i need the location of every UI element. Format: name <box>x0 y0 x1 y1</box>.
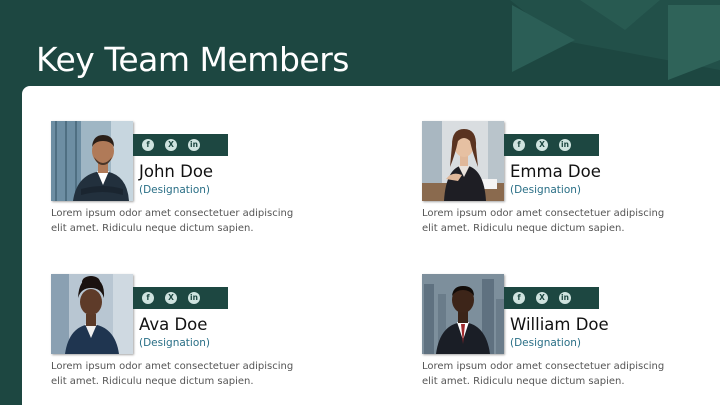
member-photo <box>51 274 133 354</box>
member-description: Lorem ipsum odor amet consectetuer adipi… <box>51 361 294 387</box>
member-designation: (Designation) <box>139 184 210 196</box>
member-card: f X in John Doe (Designation) Lorem ipsu… <box>51 121 311 234</box>
member-name: William Doe <box>510 315 609 334</box>
member-designation: (Designation) <box>510 337 581 349</box>
facebook-icon[interactable]: f <box>142 139 154 151</box>
member-photo <box>422 274 504 354</box>
social-links: f X in <box>504 287 599 309</box>
social-links: f X in <box>133 134 228 156</box>
x-twitter-icon[interactable]: X <box>165 292 177 304</box>
member-card: f X in Ava Doe (Designation) Lorem ipsum… <box>51 274 311 387</box>
linkedin-icon[interactable]: in <box>559 139 571 151</box>
facebook-icon[interactable]: f <box>142 292 154 304</box>
linkedin-icon[interactable]: in <box>188 292 200 304</box>
linkedin-icon[interactable]: in <box>188 139 200 151</box>
member-card: f X in Emma Doe (Designation) Lorem ipsu… <box>422 121 682 234</box>
member-designation: (Designation) <box>139 337 210 349</box>
team-panel: f X in John Doe (Designation) Lorem ipsu… <box>22 86 720 405</box>
member-description: Lorem ipsum odor amet consectetuer adipi… <box>422 208 665 234</box>
x-twitter-icon[interactable]: X <box>536 139 548 151</box>
member-designation: (Designation) <box>510 184 581 196</box>
x-twitter-icon[interactable]: X <box>536 292 548 304</box>
linkedin-icon[interactable]: in <box>559 292 571 304</box>
member-card: f X in William Doe (Designation) Lorem i… <box>422 274 682 387</box>
facebook-icon[interactable]: f <box>513 139 525 151</box>
member-name: John Doe <box>139 162 214 181</box>
page-title: Key Team Members <box>36 40 349 79</box>
member-photo <box>51 121 133 201</box>
member-photo <box>422 121 504 201</box>
member-name: Emma Doe <box>510 162 601 181</box>
member-name: Ava Doe <box>139 315 208 334</box>
facebook-icon[interactable]: f <box>513 292 525 304</box>
social-links: f X in <box>504 134 599 156</box>
social-links: f X in <box>133 287 228 309</box>
member-description: Lorem ipsum odor amet consectetuer adipi… <box>51 208 294 234</box>
x-twitter-icon[interactable]: X <box>165 139 177 151</box>
member-description: Lorem ipsum odor amet consectetuer adipi… <box>422 361 665 387</box>
